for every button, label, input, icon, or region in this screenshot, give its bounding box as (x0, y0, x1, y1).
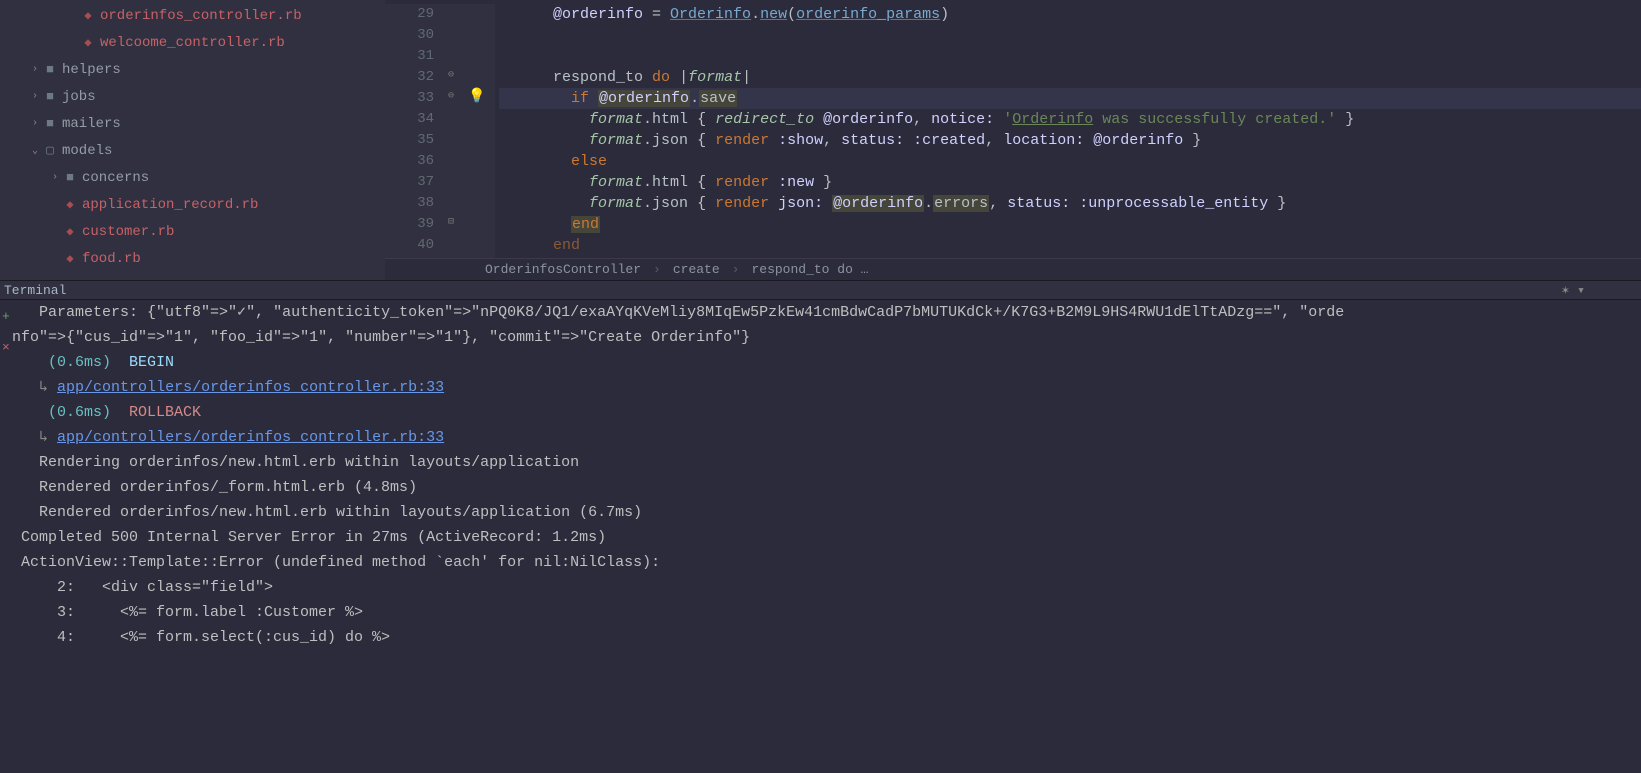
line-number: 29 (385, 4, 434, 25)
folder-icon: ■ (42, 89, 58, 105)
tree-item-label: welcoome_controller.rb (100, 35, 285, 51)
line-number: 33 (385, 88, 434, 109)
terminal-line: Rendered orderinfos/new.html.erb within … (3, 500, 1641, 525)
line-number: 37 (385, 172, 434, 193)
tree-item-label: application_record.rb (82, 197, 258, 213)
tree-file[interactable]: ◆customer.rb (0, 218, 385, 245)
file-link[interactable]: app/controllers/orderinfos_controller.rb… (57, 379, 444, 396)
tree-file[interactable]: ◆orderinfos_controller.rb (0, 2, 385, 29)
tree-item-label: concerns (82, 170, 149, 186)
terminal-line: (0.6ms) ROLLBACK (3, 400, 1641, 425)
tree-item-label: orderinfos_controller.rb (100, 8, 302, 24)
chevron-icon: › (28, 91, 42, 102)
tree-item-label: mailers (62, 116, 121, 132)
line-number: 38 (385, 193, 434, 214)
breadcrumb-part[interactable]: create (673, 262, 720, 277)
tree-folder[interactable]: ›■mailers (0, 110, 385, 137)
ruby-icon: ◆ (80, 35, 96, 51)
editor-area: 293031323334353637383940 ⊖ 💡 ⊖ ⊟ @orderi… (385, 0, 1641, 280)
chevron-icon: › (28, 118, 42, 129)
tree-item-label: food.rb (82, 251, 141, 267)
fold-icon[interactable]: ⊖ (448, 69, 454, 81)
chevron-right-icon: › (653, 262, 661, 277)
line-number: 35 (385, 130, 434, 151)
terminal-line: (0.6ms) BEGIN (3, 350, 1641, 375)
terminal-line: Parameters: {"utf8"=>"✓", "authenticity_… (3, 300, 1641, 325)
line-number: 40 (385, 235, 434, 256)
fold-close-icon[interactable]: ⊟ (448, 216, 454, 228)
tree-item-label: helpers (62, 62, 121, 78)
breadcrumb-part[interactable]: OrderinfosController (485, 262, 641, 277)
chevron-right-icon: › (732, 262, 740, 277)
folder-icon: ■ (42, 62, 58, 78)
line-number: 30 (385, 25, 434, 46)
code-editor[interactable]: @orderinfo = Orderinfo.new(orderinfo_par… (495, 4, 1641, 258)
tree-file[interactable]: ◆application_record.rb (0, 191, 385, 218)
line-number: 31 (385, 46, 434, 67)
line-gutter: 293031323334353637383940 (385, 4, 440, 258)
tree-folder[interactable]: ›■helpers (0, 56, 385, 83)
close-icon[interactable]: × (2, 335, 16, 360)
ruby-icon: ◆ (62, 197, 78, 213)
line-number: 36 (385, 151, 434, 172)
terminal-output[interactable]: + × Parameters: {"utf8"=>"✓", "authentic… (0, 300, 1641, 773)
terminal-tab-header[interactable]: Terminal ✶ ▾ (0, 280, 1641, 300)
fold-icon[interactable]: ⊖ (448, 90, 454, 102)
gutter-marks: ⊖ 💡 ⊖ ⊟ (440, 4, 495, 258)
plus-icon[interactable]: + (2, 304, 16, 329)
tree-item-label: customer.rb (82, 224, 174, 240)
folder-open-icon: ▢ (42, 143, 58, 159)
line-number: 32 (385, 67, 434, 88)
lightbulb-icon[interactable]: 💡 (468, 88, 485, 105)
chevron-icon: › (48, 172, 62, 183)
terminal-line: 2: <div class="field"> (3, 575, 1641, 600)
ruby-icon: ◆ (62, 224, 78, 240)
ruby-icon: ◆ (62, 251, 78, 267)
terminal-line: 4: <%= form.select(:cus_id) do %> (3, 625, 1641, 650)
terminal-line: ↳ app/controllers/orderinfos_controller.… (3, 425, 1641, 450)
line-number: 39 (385, 214, 434, 235)
terminal-line: Rendering orderinfos/new.html.erb within… (3, 450, 1641, 475)
file-link[interactable]: app/controllers/orderinfos_controller.rb… (57, 429, 444, 446)
chevron-icon: › (28, 64, 42, 75)
tree-folder[interactable]: ›■jobs (0, 83, 385, 110)
tree-folder[interactable]: ⌄▢models (0, 137, 385, 164)
tree-item-label: models (62, 143, 112, 159)
chevron-icon: ⌄ (28, 145, 42, 157)
terminal-line: ↳ app/controllers/orderinfos_controller.… (3, 375, 1641, 400)
terminal-line: 3: <%= form.label :Customer %> (3, 600, 1641, 625)
line-number: 34 (385, 109, 434, 130)
breadcrumb-part[interactable]: respond_to do … (751, 262, 868, 277)
terminal-line: Completed 500 Internal Server Error in 2… (3, 525, 1641, 550)
terminal-line: ActionView::Template::Error (undefined m… (3, 550, 1641, 575)
breadcrumb[interactable]: OrderinfosController › create › respond_… (385, 258, 1641, 280)
terminal-line: nfo"=>{"cus_id"=>"1", "foo_id"=>"1", "nu… (3, 325, 1641, 350)
ruby-icon: ◆ (80, 8, 96, 24)
settings-icon[interactable]: ✶ ▾ (1562, 283, 1585, 298)
tree-item-label: jobs (62, 89, 96, 105)
terminal-line: Rendered orderinfos/_form.html.erb (4.8m… (3, 475, 1641, 500)
folder-icon: ■ (42, 116, 58, 132)
folder-icon: ■ (62, 170, 78, 186)
tree-folder[interactable]: ›■concerns (0, 164, 385, 191)
project-tree[interactable]: ◆orderinfos_controller.rb◆welcoome_contr… (0, 0, 385, 280)
terminal-title: Terminal (4, 283, 66, 298)
tree-file[interactable]: ◆welcoome_controller.rb (0, 29, 385, 56)
tree-file[interactable]: ◆food.rb (0, 245, 385, 272)
